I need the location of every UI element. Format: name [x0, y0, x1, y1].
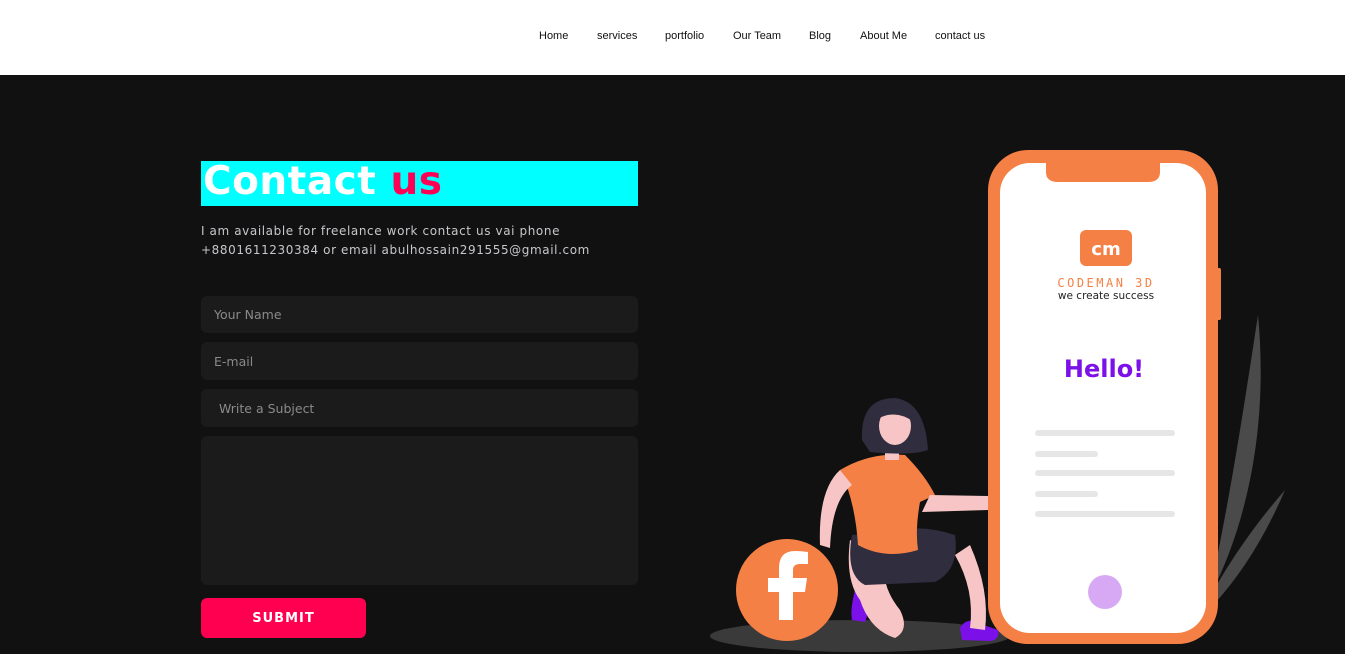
placeholder-line: [1035, 430, 1175, 436]
email-input[interactable]: [201, 342, 638, 380]
nav-home[interactable]: Home: [539, 30, 568, 42]
home-button-circle: [1088, 575, 1122, 609]
placeholder-line: [1035, 511, 1175, 517]
subject-input[interactable]: [201, 389, 638, 427]
phone-side-button: [1216, 268, 1221, 320]
brand-name: CODEMAN 3D: [1057, 276, 1154, 290]
title-main: Contact: [203, 159, 377, 204]
leg-front: [955, 545, 986, 630]
arm-left: [819, 470, 852, 548]
message-textarea[interactable]: [201, 436, 638, 585]
name-input[interactable]: [201, 296, 638, 333]
page-title: Contact us: [203, 156, 442, 208]
title-accent: us: [390, 159, 443, 204]
arm-right: [922, 495, 988, 512]
brand-tagline: we create success: [1058, 290, 1154, 302]
phone-notch: [1046, 160, 1160, 182]
brand-badge-text: cm: [1091, 239, 1120, 260]
contact-description: I am available for freelance work contac…: [201, 224, 590, 257]
nav-blog[interactable]: Blog: [809, 30, 831, 42]
nav-our-team[interactable]: Our Team: [733, 30, 781, 42]
placeholder-line: [1035, 451, 1098, 457]
greeting-text: Hello!: [1064, 355, 1144, 383]
nav-about-me[interactable]: About Me: [860, 30, 907, 42]
nav-portfolio[interactable]: portfolio: [665, 30, 704, 42]
placeholder-line: [1035, 470, 1175, 476]
top-navigation: Home services portfolio Our Team Blog Ab…: [0, 0, 1345, 75]
placeholder-line: [1035, 491, 1098, 497]
submit-button[interactable]: SUBMIT: [201, 598, 366, 638]
nav-services[interactable]: services: [597, 30, 637, 42]
nav-contact-us[interactable]: contact us: [935, 30, 985, 42]
contact-illustration: cm CODEMAN 3D we create success Hello!: [710, 150, 1285, 652]
